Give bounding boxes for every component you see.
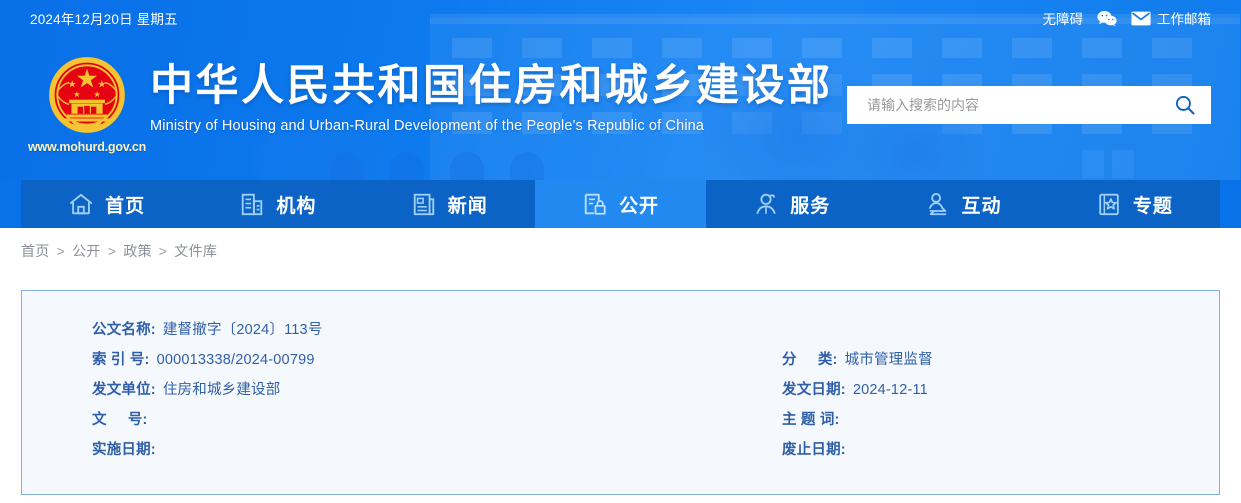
nav-label: 机构: [276, 195, 317, 217]
nav-label: 公开: [618, 195, 659, 217]
star-frame-icon: [1096, 191, 1122, 217]
breadcrumb-item-home[interactable]: 首页: [21, 241, 50, 261]
breadcrumb: 首页 > 公开 > 政策 > 文件库: [0, 228, 1241, 273]
nav-label: 首页: [105, 195, 146, 217]
breadcrumb-item-file-library[interactable]: 文件库: [174, 241, 217, 261]
nav-item-topics[interactable]: 专题: [1049, 180, 1220, 228]
utility-bar: 2024年12月20日 星期五 无障碍 工作邮箱: [0, 0, 1241, 36]
nav-item-interaction[interactable]: 互动: [877, 180, 1048, 228]
info-label: 实施日期:: [92, 441, 156, 458]
nav-label: 新闻: [447, 195, 488, 217]
info-field-subject-terms: 主 题 词:: [782, 408, 1159, 429]
info-field-index-number: 索 引 号: 000013338/2024-00799: [92, 348, 782, 369]
info-row: 索 引 号: 000013338/2024-00799 分 类: 城市管理监督: [92, 343, 1159, 373]
utility-links: 无障碍 工作邮箱: [1043, 8, 1211, 28]
info-label: 索 引 号:: [92, 351, 150, 368]
main-nav-bar-wrapper: 首页 机构 新闻 公开 服务 互动 专题: [0, 180, 1241, 228]
info-row: 文 号: 主 题 词:: [92, 403, 1159, 433]
search-input[interactable]: [847, 86, 1159, 124]
person-exchange-icon: [925, 191, 951, 217]
news-document-icon: [411, 191, 437, 217]
site-title-cn: 中华人民共和国住房和城乡建设部: [150, 62, 833, 110]
info-label: 文 号:: [92, 411, 148, 428]
info-label: 公文名称:: [92, 321, 156, 338]
info-field-issue-date: 发文日期: 2024-12-11: [782, 378, 1159, 399]
breadcrumb-separator: >: [158, 242, 168, 259]
main-nav-bar: 首页 机构 新闻 公开 服务 互动 专题: [21, 180, 1220, 228]
emblem-block: www.mohurd.gov.cn: [28, 56, 146, 154]
info-field-effective-date: 实施日期:: [92, 438, 782, 459]
info-row: 实施日期: 废止日期:: [92, 433, 1159, 463]
info-field-doc-name: 公文名称: 建督撤字〔2024〕113号: [92, 318, 782, 339]
person-service-icon: [753, 191, 779, 217]
current-date: 2024年12月20日 星期五: [30, 12, 178, 27]
breadcrumb-item-policy[interactable]: 政策: [123, 241, 152, 261]
building-icon: [239, 191, 265, 217]
accessibility-link[interactable]: 无障碍: [1043, 8, 1084, 28]
info-label: 主 题 词:: [782, 411, 840, 428]
info-value: 建督撤字〔2024〕113号: [162, 321, 323, 338]
info-field-category: 分 类: 城市管理监督: [782, 348, 1159, 369]
work-mail-label: 工作邮箱: [1157, 12, 1211, 27]
search-box[interactable]: [847, 86, 1211, 124]
info-value: 住房和城乡建设部: [162, 381, 281, 398]
info-row: 公文名称: 建督撤字〔2024〕113号: [92, 313, 1159, 343]
info-value: 000013338/2024-00799: [156, 351, 315, 368]
info-label: 发文单位:: [92, 381, 156, 398]
site-titles: 中华人民共和国住房和城乡建设部 Ministry of Housing and …: [150, 62, 833, 135]
nav-label: 服务: [790, 195, 831, 217]
nav-label: 互动: [961, 195, 1002, 217]
info-field-doc-number: 文 号:: [92, 408, 782, 429]
work-mail-link[interactable]: 工作邮箱: [1131, 8, 1211, 28]
breadcrumb-separator: >: [107, 242, 117, 259]
home-icon: [68, 191, 94, 217]
site-url: www.mohurd.gov.cn: [27, 140, 147, 154]
document-lock-icon: [582, 191, 608, 217]
breadcrumb-separator: >: [56, 242, 66, 259]
search-button[interactable]: [1159, 86, 1211, 124]
info-row: 发文单位: 住房和城乡建设部 发文日期: 2024-12-11: [92, 373, 1159, 403]
china-national-emblem: [48, 56, 126, 134]
info-label: 分 类:: [782, 351, 838, 368]
info-value: 城市管理监督: [844, 351, 933, 368]
nav-item-open-government[interactable]: 公开: [534, 180, 707, 228]
nav-label: 专题: [1132, 195, 1173, 217]
info-field-issuing-unit: 发文单位: 住房和城乡建设部: [92, 378, 782, 399]
info-label: 发文日期:: [782, 381, 846, 398]
info-label: 废止日期:: [782, 441, 846, 458]
info-value: 2024-12-11: [852, 381, 928, 398]
nav-item-service[interactable]: 服务: [706, 180, 877, 228]
nav-item-home[interactable]: 首页: [21, 180, 192, 228]
envelope-icon: [1131, 11, 1151, 26]
wechat-link[interactable]: [1097, 10, 1117, 27]
site-header: 2024年12月20日 星期五 无障碍 工作邮箱 www.mohurd.gov.…: [0, 0, 1241, 180]
site-title-en: Ministry of Housing and Urban-Rural Deve…: [150, 118, 705, 135]
search-icon: [1174, 94, 1196, 116]
accessibility-label: 无障碍: [1042, 12, 1084, 27]
wechat-icon: [1097, 10, 1117, 27]
page-root: 2024年12月20日 星期五 无障碍 工作邮箱 www.mohurd.gov.…: [0, 0, 1241, 503]
nav-item-news[interactable]: 新闻: [364, 180, 535, 228]
breadcrumb-item-open[interactable]: 公开: [72, 241, 101, 261]
document-info-panel: 公文名称: 建督撤字〔2024〕113号 索 引 号: 000013338/20…: [21, 290, 1220, 495]
nav-item-organization[interactable]: 机构: [192, 180, 363, 228]
info-field-repeal-date: 废止日期:: [782, 438, 1159, 459]
